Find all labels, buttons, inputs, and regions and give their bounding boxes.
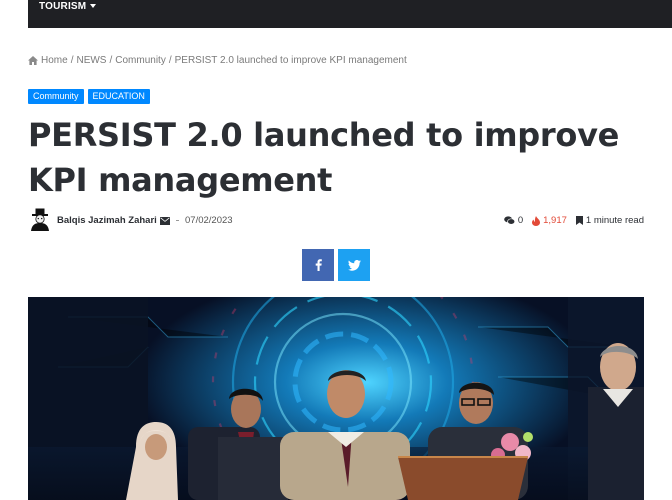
twitter-share-button[interactable]: [338, 249, 370, 281]
chevron-down-icon: [90, 4, 97, 8]
breadcrumb-current: PERSIST 2.0 launched to improve KPI mana…: [174, 55, 407, 66]
facebook-share-button[interactable]: [302, 249, 334, 281]
nav-item-tourism[interactable]: TOURISM: [39, 0, 97, 14]
category-badge-community[interactable]: Community: [28, 89, 84, 104]
article-title: PERSIST 2.0 launched to improve KPI mana…: [28, 116, 620, 199]
category-badges: Community EDUCATION: [28, 89, 150, 104]
breadcrumb-home[interactable]: Home: [41, 55, 68, 66]
comment-count-text: 0: [517, 215, 524, 226]
topbar-left-gap: [0, 0, 28, 28]
article-featured-image: [28, 297, 644, 500]
launch-ceremony-photo: [28, 297, 644, 500]
breadcrumb-news[interactable]: NEWS: [76, 55, 106, 66]
top-navigation-bar: TOURISM: [0, 0, 672, 28]
fire-icon: [532, 215, 541, 226]
breadcrumb-community[interactable]: Community: [115, 55, 166, 66]
home-icon: [28, 56, 38, 65]
read-time-text: 1 minute read: [585, 215, 644, 226]
date-separator: [176, 220, 179, 221]
breadcrumb: Home / NEWS / Community / PERSIST 2.0 la…: [28, 55, 407, 66]
breadcrumb-separator: /: [70, 55, 74, 66]
share-buttons: [302, 249, 370, 281]
comment-count[interactable]: 0: [504, 215, 523, 226]
author-avatar[interactable]: [28, 207, 52, 231]
article-stats: 0 1,917 1 minute read: [504, 215, 644, 226]
facebook-icon: [315, 259, 322, 271]
breadcrumb-separator: /: [168, 55, 172, 66]
date-text: 07/02/2023: [185, 215, 233, 226]
category-badge-education[interactable]: EDUCATION: [87, 89, 150, 104]
view-count-text: 1,917: [543, 215, 567, 226]
article-meta: Balqis Jazimah Zahari 07/02/2023 0 1,917: [28, 207, 644, 233]
envelope-icon[interactable]: [159, 216, 170, 225]
read-time: 1 minute read: [575, 215, 644, 226]
breadcrumb-separator: /: [109, 55, 113, 66]
author-link[interactable]: Balqis Jazimah Zahari: [57, 215, 170, 226]
nav-item-label: TOURISM: [39, 1, 87, 12]
view-count: 1,917: [532, 215, 567, 226]
author-name: Balqis Jazimah Zahari: [57, 215, 157, 226]
comment-icon: [504, 216, 515, 225]
publish-date: 07/02/2023: [176, 215, 233, 226]
bookmark-icon: [575, 216, 583, 225]
twitter-icon: [347, 259, 361, 271]
